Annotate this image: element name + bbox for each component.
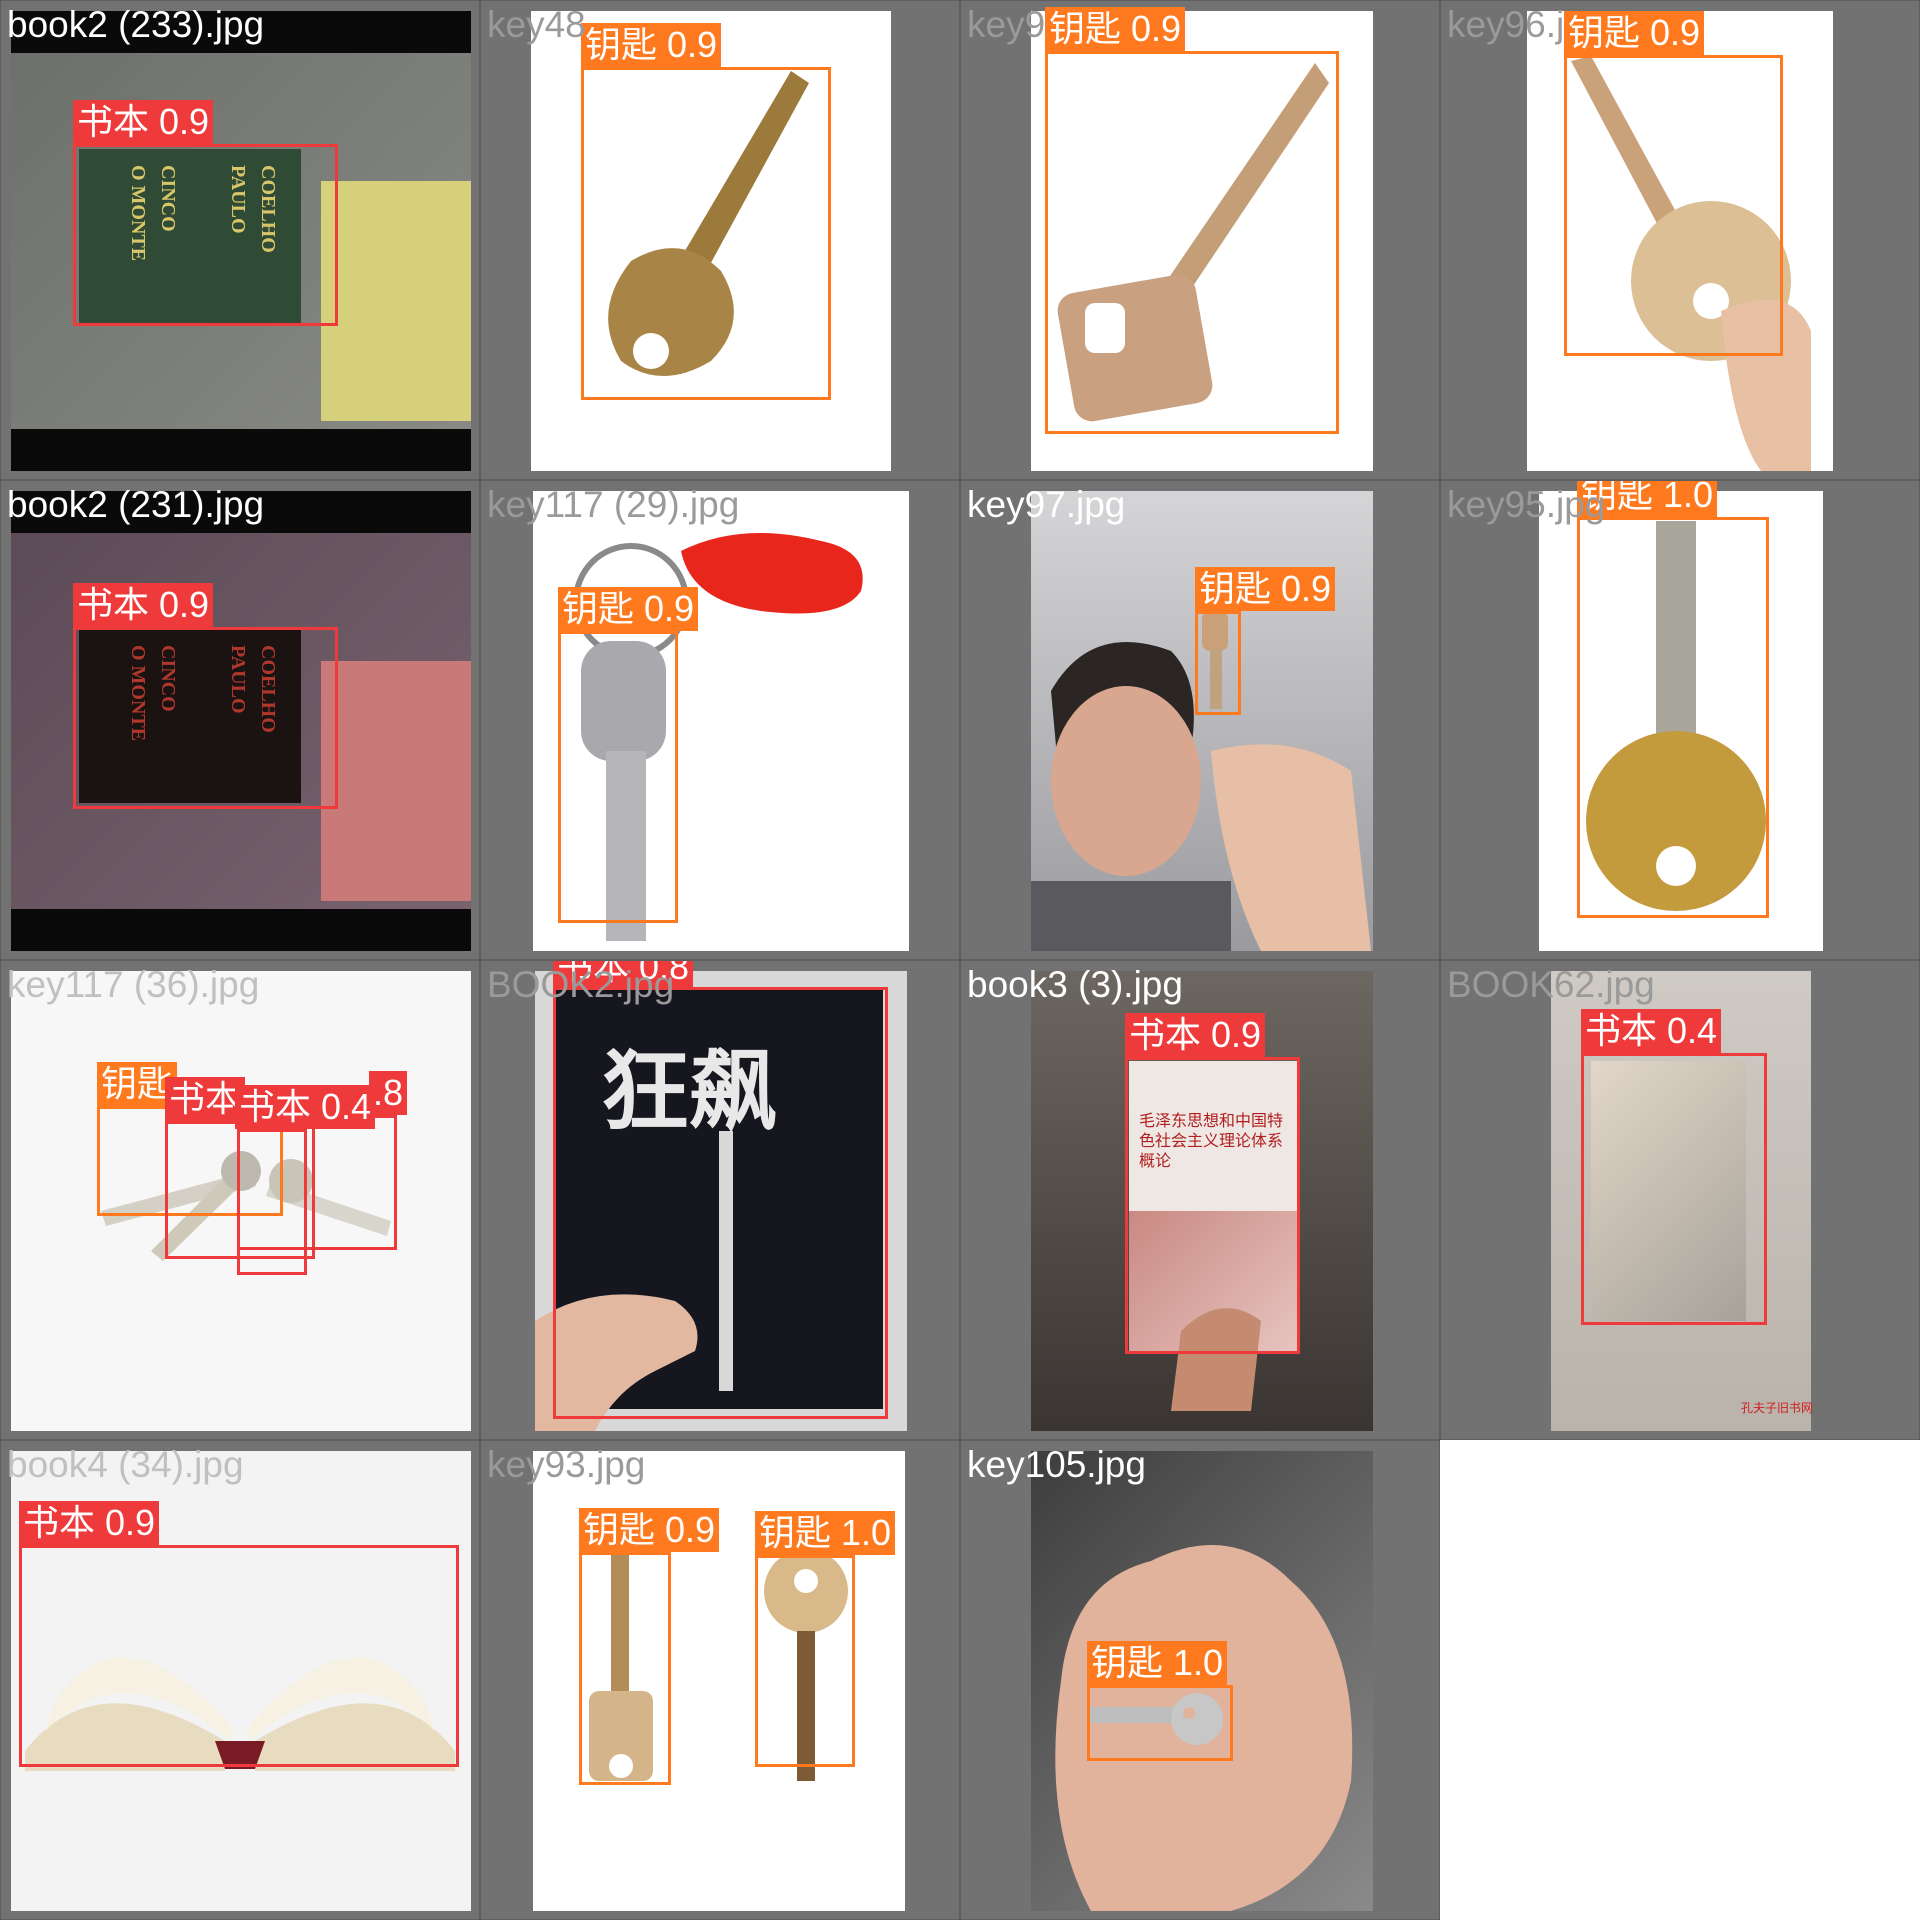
detection-box-book[interactable] <box>1581 1053 1767 1325</box>
tile-filename: key117 (36).jpg <box>7 964 260 1005</box>
tile-filename: key9 <box>967 4 1046 45</box>
detection-label-book: 书本 0.9 <box>1125 1013 1266 1057</box>
tile-filename: book2 (233).jpg <box>7 4 265 45</box>
detection-box-key[interactable] <box>581 67 831 400</box>
detection-box-book[interactable] <box>19 1545 459 1767</box>
detection-label-key: 钥匙 0.9 <box>579 1508 720 1552</box>
tile-filename: key117 (29).jpg <box>487 484 740 525</box>
tile-filename: BOOK2.jpg <box>487 964 675 1005</box>
tile-book4-34[interactable]: book4 (34).jpg 书本 0.9 <box>0 1440 480 1920</box>
detection-label-key: 钥匙 1.0 <box>755 1511 896 1555</box>
detection-box-book[interactable] <box>73 627 338 809</box>
detection-box-key[interactable] <box>579 1552 671 1785</box>
watermark: 孔夫子旧书网 <box>1741 1401 1814 1415</box>
detection-box-book[interactable] <box>1125 1057 1300 1354</box>
detection-box-key[interactable] <box>1045 51 1339 434</box>
tile-key93[interactable]: key93.jpg 钥匙 0.9 钥匙 1.0 <box>480 1440 960 1920</box>
detection-label-key: 钥匙 0.9 <box>558 587 699 631</box>
tile-key117-29[interactable]: key117 (29).jpg 钥匙 0.9 <box>480 480 960 960</box>
photo-black-band <box>11 909 471 951</box>
detection-label-book: 书本 0.4 <box>1581 1009 1722 1053</box>
detection-box-book[interactable] <box>73 144 338 326</box>
tile-filename: key105.jpg <box>967 1444 1146 1485</box>
tile-key96[interactable]: key96.j 钥匙 0.9 <box>1440 0 1920 480</box>
tile-book2[interactable]: 狂飙 BOOK2.jpg 书本 0.8 <box>480 960 960 1440</box>
tile-book62[interactable]: 孔夫子旧书网 BOOK62.jpg 书本 0.4 <box>1440 960 1920 1440</box>
tile-key95[interactable]: key95.jpg 钥匙 1.0 <box>1440 480 1920 960</box>
detection-box-key[interactable] <box>755 1555 855 1767</box>
tile-filename: key95.jpg <box>1447 484 1606 525</box>
tile-key105[interactable]: key105.jpg 钥匙 1.0 <box>960 1440 1440 1920</box>
tile-key9[interactable]: key9 钥匙 0.9 <box>960 0 1440 480</box>
detection-label-key: 钥匙 0.9 <box>1045 7 1186 51</box>
tile-key48[interactable]: key48 钥匙 0.9 <box>480 0 960 480</box>
detection-box-key[interactable] <box>1087 1685 1233 1761</box>
detection-box-key[interactable] <box>1564 55 1783 356</box>
photo-pink-wall <box>321 661 471 901</box>
tile-book2-231[interactable]: CINCO O MONTE COELHO PAULO book2 (231).j… <box>0 480 480 960</box>
detection-label-book: 书本 0.9 <box>73 100 214 144</box>
detection-label-key: 钥匙 0.9 <box>581 23 722 67</box>
tile-filename: book4 (34).jpg <box>7 1444 244 1485</box>
detection-label-book: 书本 0.9 <box>19 1501 160 1545</box>
tile-key97[interactable]: key97.jpg 钥匙 0.9 <box>960 480 1440 960</box>
tile-filename: book3 (3).jpg <box>967 964 1183 1005</box>
detection-box-key[interactable] <box>558 631 678 923</box>
tile-key117-36[interactable]: key117 (36).jpg 钥匙 书本 .8 书本 0.4 <box>0 960 480 1440</box>
detection-label-key: 钥匙 0.9 <box>1195 567 1336 611</box>
photo-yellow-wall <box>321 181 471 421</box>
detection-grid: CINCO O MONTE COELHO PAULO book2 (233).j… <box>0 0 1920 1920</box>
detection-box-key[interactable] <box>1195 611 1241 715</box>
photo-black-band <box>11 429 471 471</box>
detection-box-key[interactable] <box>1577 517 1769 918</box>
detection-label-key: 钥匙 0.9 <box>1564 11 1705 55</box>
detection-label-book: 书本 0.9 <box>73 583 214 627</box>
detection-label-book: 书本 <box>165 1077 246 1121</box>
tile-filename: book2 (231).jpg <box>7 484 265 525</box>
detection-label-book: 书本 0.4 <box>235 1085 376 1129</box>
detection-box-book[interactable] <box>237 1129 307 1275</box>
tile-book3-3[interactable]: 毛泽东思想和中国特色社会主义理论体系概论 book3 (3).jpg 书本 0.… <box>960 960 1440 1440</box>
tile-filename: key96.j <box>1447 4 1565 45</box>
tile-filename: BOOK62.jpg <box>1447 964 1655 1005</box>
tile-book2-233[interactable]: CINCO O MONTE COELHO PAULO book2 (233).j… <box>0 0 480 480</box>
tile-filename: key97.jpg <box>967 484 1126 525</box>
tile-filename: key48 <box>487 4 586 45</box>
detection-label-key: 钥匙 1.0 <box>1087 1641 1228 1685</box>
tile-filename: key93.jpg <box>487 1444 646 1485</box>
detection-box-book[interactable] <box>553 987 888 1419</box>
